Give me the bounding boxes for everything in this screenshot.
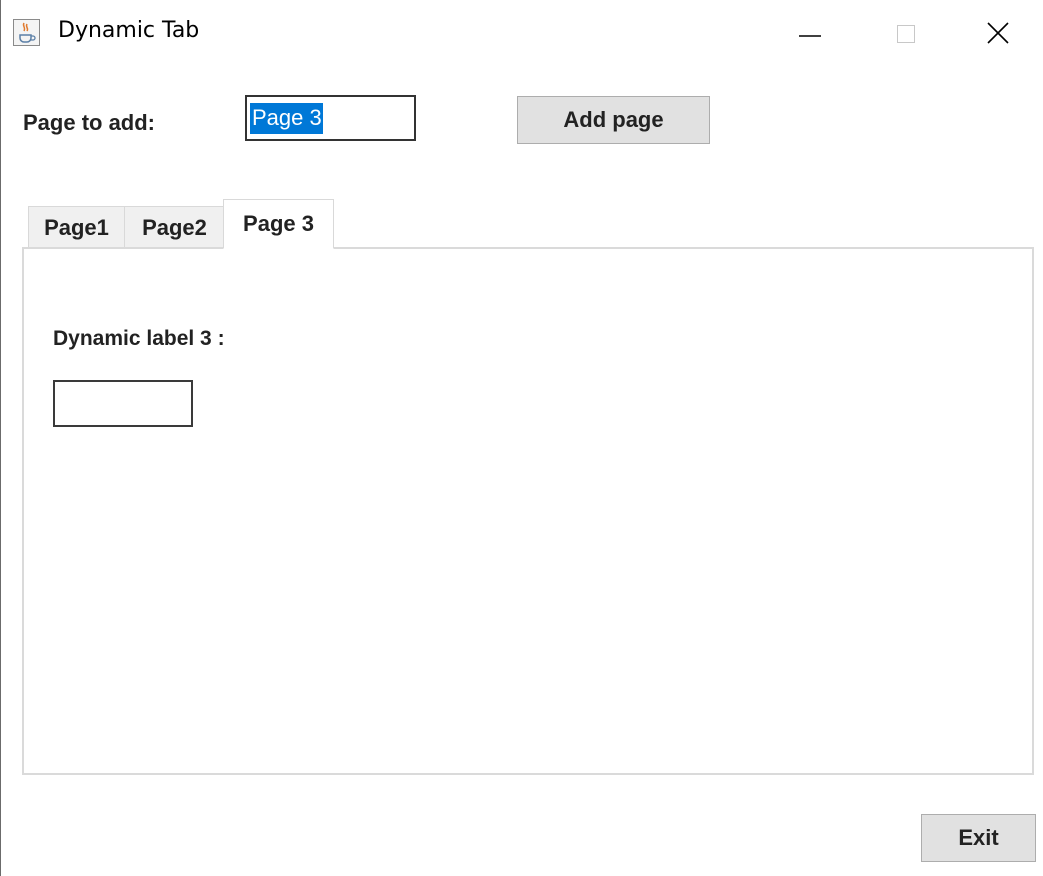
add-page-button[interactable]: Add page	[517, 96, 710, 144]
maximize-button[interactable]	[883, 10, 929, 56]
close-icon	[987, 22, 1009, 44]
dynamic-label: Dynamic label 3 :	[53, 327, 225, 350]
minimize-icon	[799, 35, 821, 37]
tab-page2[interactable]: Page2	[124, 206, 225, 248]
title-bar[interactable]: Dynamic Tab	[1, 0, 1043, 66]
close-button[interactable]	[975, 10, 1021, 56]
tab-page3[interactable]: Page 3	[223, 199, 334, 249]
exit-button[interactable]: Exit	[921, 814, 1036, 862]
window-title: Dynamic Tab	[58, 18, 200, 43]
tab-panel: Dynamic label 3 :	[22, 247, 1034, 775]
dynamic-input[interactable]	[53, 380, 193, 427]
tab-page1[interactable]: Page1	[28, 206, 125, 248]
minimize-button[interactable]	[787, 10, 833, 56]
java-cup-icon	[13, 19, 40, 46]
page-name-input-value: Page 3	[250, 102, 323, 134]
maximize-icon	[897, 25, 915, 43]
page-to-add-label: Page to add:	[23, 110, 156, 135]
page-name-input[interactable]: Page 3	[245, 95, 416, 141]
app-window: Dynamic Tab Page to add: Page 3 Add page…	[0, 0, 1043, 876]
